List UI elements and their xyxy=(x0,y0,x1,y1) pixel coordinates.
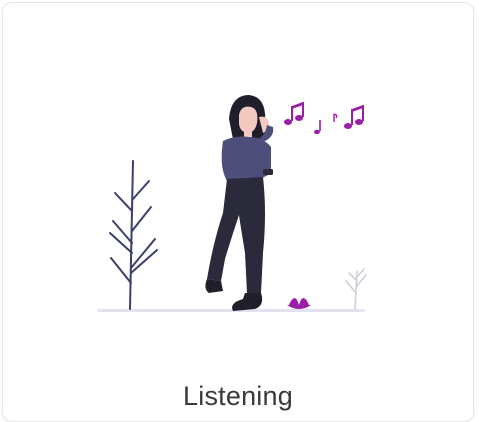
ground-line xyxy=(97,309,365,312)
shoe-left xyxy=(205,279,223,293)
flower-icon xyxy=(287,298,311,309)
listening-card[interactable]: Listening xyxy=(2,2,474,422)
person-figure xyxy=(205,95,274,311)
plant-right-icon xyxy=(345,268,367,310)
pants xyxy=(207,177,265,293)
card-label: Listening xyxy=(183,381,293,411)
music-notes-icon xyxy=(284,102,364,135)
shoe-right xyxy=(232,293,263,311)
face xyxy=(239,106,258,133)
person-listening-illustration xyxy=(97,95,367,312)
plant-left-icon xyxy=(109,160,158,310)
listening-illustration xyxy=(63,43,423,343)
